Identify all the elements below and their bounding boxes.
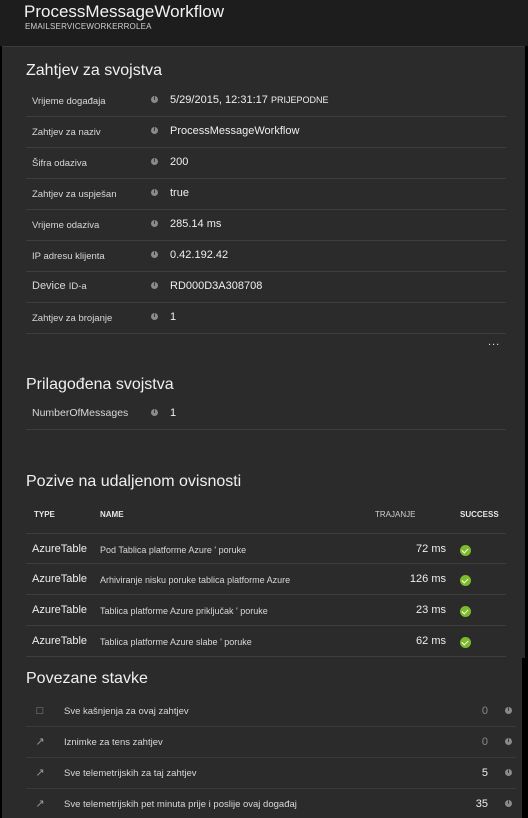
prop-value: ProcessMessageWorkflow (170, 125, 300, 137)
prop-row-request-success: Zahtjev za uspješan i true (26, 179, 506, 210)
prop-value: 200 (170, 156, 189, 168)
related-item-count: 0 (481, 736, 488, 748)
success-check-icon (460, 545, 471, 556)
prop-label: Zahtjev za naziv (32, 127, 101, 138)
prop-row-request-count: Zahtjev za brojanje i 1 (26, 303, 506, 334)
info-icon[interactable]: i (151, 313, 158, 320)
prop-label: NumberOfMessages (32, 407, 129, 419)
prop-value: RD000D3A308708 (170, 280, 263, 292)
success-check-icon (460, 575, 471, 586)
page-title: ProcessMessageWorkflow (24, 2, 224, 21)
success-check-icon (460, 606, 471, 617)
prop-value: 1 (170, 311, 177, 323)
dependency-type: AzureTable (32, 635, 88, 647)
more-button[interactable]: ... (488, 336, 500, 348)
info-icon[interactable]: i (505, 707, 512, 714)
related-item-all-telemetry[interactable]: ↗ Sve telemetrijskih za taj zahtjev 5 i (26, 758, 516, 789)
dependency-name: Arhiviranje nisku poruke tablica platfor… (100, 575, 291, 585)
arrow-icon: ↗ (35, 767, 45, 779)
info-icon[interactable]: i (505, 800, 512, 807)
dependency-duration: 23 ms (416, 604, 446, 616)
success-check-icon (460, 637, 471, 648)
blade-header: ProcessMessageWorkflow EMAILSERVICEWORKE… (0, 0, 528, 46)
info-icon[interactable]: i (151, 220, 158, 227)
prop-row-event-time: Vrijeme događaja i 5/29/2015, 12:31:17 P… (26, 86, 506, 117)
related-items-title: Povezane stavke (26, 670, 148, 687)
info-icon[interactable]: i (151, 127, 158, 134)
prop-value: 285.14 ms (170, 218, 222, 230)
info-icon[interactable]: i (151, 189, 158, 196)
info-icon[interactable]: i (505, 738, 512, 745)
dependency-duration: 72 ms (416, 543, 446, 555)
arrow-icon: ↗ (35, 798, 45, 810)
prop-label: Zahtjev za uspješan (32, 189, 117, 200)
dependency-type: AzureTable (32, 543, 88, 555)
related-item-five-minutes[interactable]: ↗ Sve telemetrijskih pet minuta prije i … (26, 789, 516, 818)
dependency-duration: 62 ms (416, 635, 446, 647)
related-item-label: Sve telemetrijskih za taj zahtjev (64, 768, 197, 779)
dependency-name: Tablica platforme Azure priključak ' por… (100, 606, 268, 616)
arrow-icon: ↗ (35, 736, 45, 748)
related-item-count: 5 (481, 767, 488, 779)
prop-label: Zahtjev za brojanje (32, 313, 113, 324)
dependency-duration: 126 ms (409, 573, 446, 585)
prop-value: 1 (170, 407, 177, 419)
dependency-type: AzureTable (32, 573, 88, 585)
info-icon[interactable]: i (151, 409, 158, 416)
dependency-name: Tablica platforme Azure slabe ' poruke (100, 637, 252, 647)
page-subtitle: EMAILSERVICEWORKERROLEA (25, 22, 152, 31)
request-properties-title: Zahtjev za svojstva (26, 62, 163, 79)
prop-value: true (170, 187, 189, 199)
related-item-label: Sve kašnjenja za ovaj zahtjev (64, 706, 189, 717)
document-icon: □ (36, 705, 44, 717)
prop-row-number-of-messages: NumberOfMessages i 1 (26, 399, 506, 430)
info-icon[interactable]: i (505, 769, 512, 776)
related-item-count: 35 (475, 798, 488, 810)
column-header-success[interactable]: SUCCESS (460, 510, 499, 519)
prop-label: Vrijeme događaja (32, 96, 106, 107)
prop-label: Vrijeme odaziva (32, 220, 100, 231)
prop-row-response-code: Šifra odaziva i 200 (26, 148, 506, 179)
dependency-name: Pod Tablica platforme Azure ' poruke (100, 545, 247, 555)
info-icon[interactable]: i (151, 158, 158, 165)
custom-properties-title: Prilagođena svojstva (26, 376, 174, 393)
related-item-count: 0 (481, 705, 488, 717)
column-header-type[interactable]: TYPE (34, 510, 55, 519)
column-header-name[interactable]: NAME (100, 510, 124, 519)
related-item-label: Sve telemetrijskih pet minuta prije i po… (64, 799, 297, 810)
related-item-label: Iznimke za tens zahtjev (64, 737, 163, 748)
prop-row-client-ip: IP adresu klijenta i 0.42.192.42 (26, 241, 506, 272)
prop-row-request-name: Zahtjev za naziv i ProcessMessageWorkflo… (26, 117, 506, 148)
prop-label: Šifra odaziva (32, 158, 87, 169)
prop-value: 5/29/2015, 12:31:17 PRIJEPODNE (170, 94, 329, 106)
info-icon[interactable]: i (151, 282, 158, 289)
info-icon[interactable]: i (151, 96, 158, 103)
dependency-type: AzureTable (32, 604, 88, 616)
prop-label: IP adresu klijenta (32, 251, 105, 262)
table-row[interactable]: AzureTable Tablica platforme Azure slabe… (26, 626, 506, 657)
table-row[interactable]: AzureTable Tablica platforme Azure prikl… (26, 595, 506, 626)
prop-row-device-id: Device ID-a i RD000D3A308708 (26, 272, 506, 303)
table-row[interactable]: AzureTable Arhiviranje nisku poruke tabl… (26, 564, 506, 595)
info-icon[interactable]: i (151, 251, 158, 258)
related-item-exceptions[interactable]: ↗ Iznimke za tens zahtjev 0 i (26, 727, 516, 758)
column-header-duration[interactable]: TRAJANJE (375, 510, 415, 519)
dependencies-title: Pozive na udaljenom ovisnosti (26, 473, 242, 490)
prop-row-response-time: Vrijeme odaziva i 285.14 ms (26, 210, 506, 241)
prop-value: 0.42.192.42 (170, 249, 229, 261)
table-row[interactable]: AzureTable Pod Tablica platforme Azure '… (26, 533, 506, 564)
related-item-latencies[interactable]: □ Sve kašnjenja za ovaj zahtjev 0 i (26, 696, 516, 727)
prop-label: Device ID-a (32, 280, 87, 292)
